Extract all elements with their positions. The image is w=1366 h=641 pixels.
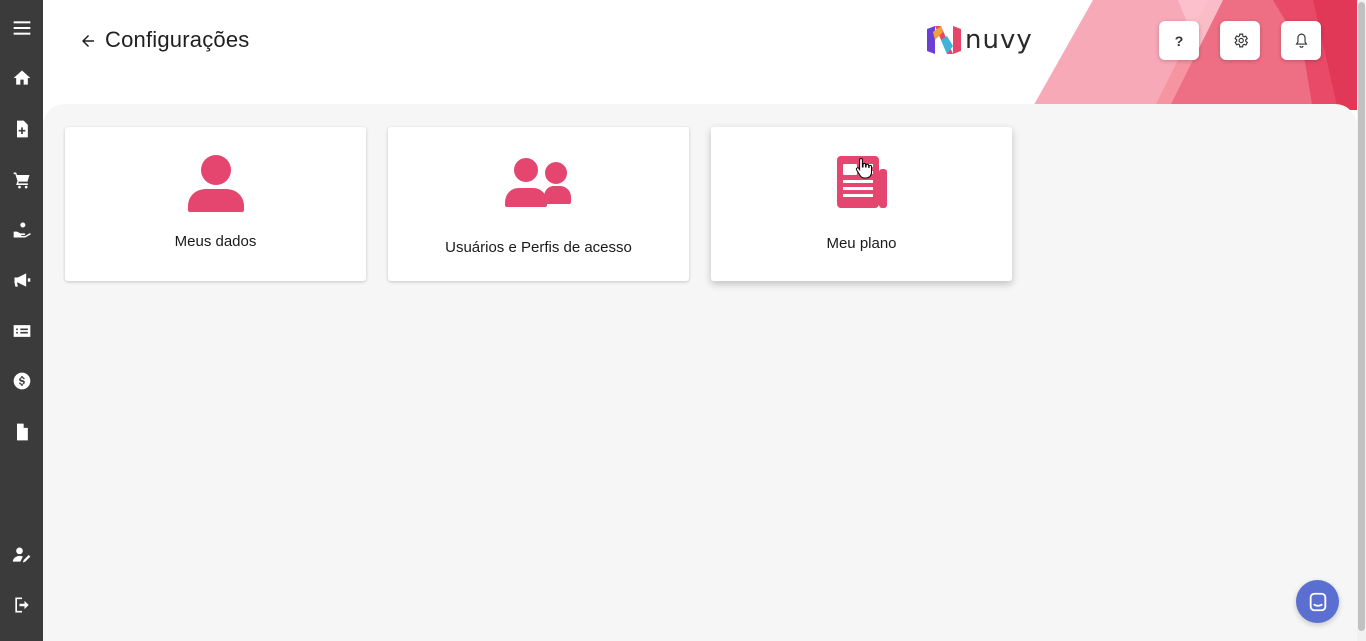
page-header: Configurações nuvy ? [43,0,1366,110]
sidebar-item-home[interactable] [0,63,43,93]
card-label: Meu plano [826,235,897,252]
user-edit-icon [12,547,30,563]
users-icon [504,158,571,207]
cart-icon [13,172,29,189]
user-icon [187,155,244,212]
back-button[interactable] [79,28,99,54]
bell-icon [1294,33,1308,48]
file-icon [16,423,28,441]
sidebar-item-finance[interactable] [0,366,43,396]
card-usuarios-perfis[interactable]: Usuários e Perfis de acesso [388,127,689,281]
sidebar-item-reports[interactable] [0,417,43,447]
logo-mark-icon [927,26,961,54]
chat-icon [1309,592,1326,611]
hand-coin-icon [13,222,31,238]
sidebar-item-profile[interactable] [0,540,43,570]
card-label: Usuários e Perfis de acesso [445,239,632,256]
money-card-icon [13,325,30,337]
sidebar [0,0,43,641]
chat-widget-button[interactable] [1296,580,1339,623]
home-icon [13,70,30,85]
help-button[interactable]: ? [1159,21,1199,60]
sidebar-item-cart[interactable] [0,165,43,195]
sidebar-item-marketing[interactable] [0,265,43,295]
newspaper-icon [836,156,887,208]
sidebar-item-payments[interactable] [0,316,43,346]
notifications-button[interactable] [1281,21,1321,60]
main-content: Meus dados Usuários e Perfis de acesso M… [43,104,1357,641]
sidebar-item-receivables[interactable] [0,215,43,245]
scrollbar-thumb[interactable] [1358,2,1365,631]
dollar-circle-icon [13,372,30,390]
menu-button[interactable] [0,13,43,43]
settings-button[interactable] [1220,21,1260,60]
document-add-icon [16,120,28,138]
gear-icon [1233,33,1248,48]
sidebar-item-logout[interactable] [0,590,43,620]
brand-logo: nuvy [927,25,1033,55]
page-scrollbar[interactable] [1357,0,1366,641]
sidebar-item-new-document[interactable] [0,114,43,144]
card-meus-dados[interactable]: Meus dados [65,127,366,281]
page-title: Configurações [105,27,250,52]
card-meu-plano[interactable]: Meu plano [711,127,1012,281]
menu-icon [13,21,30,35]
logout-icon [14,597,29,613]
help-icon: ? [1174,32,1184,49]
megaphone-icon [14,273,30,287]
arrow-left-icon [82,35,94,47]
card-label: Meus dados [174,233,257,250]
